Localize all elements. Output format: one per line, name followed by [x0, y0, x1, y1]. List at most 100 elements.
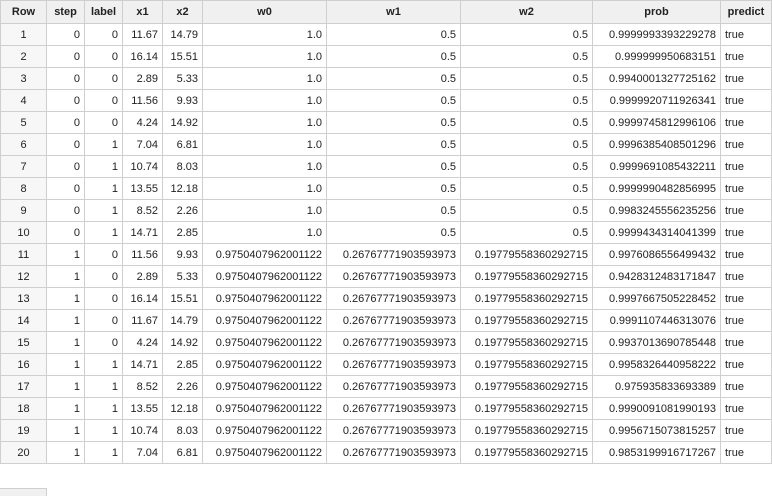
- column-header-row[interactable]: Row: [0, 0, 47, 24]
- cell-label: 0: [84, 23, 123, 46]
- column-header-x2[interactable]: x2: [162, 0, 203, 24]
- cell-prob: 0.9999990482856995: [592, 177, 721, 200]
- cell-predict: true: [720, 177, 772, 200]
- cell-w1: 0.26767771903593973: [326, 243, 461, 266]
- cell-label: 1: [84, 397, 123, 420]
- cell-row: 20: [0, 441, 47, 464]
- table-row[interactable]: 17 1 1 8.52 2.26 0.9750407962001122 0.26767771…: [0, 375, 772, 398]
- cell-row: 18: [0, 397, 47, 420]
- cell-label: 0: [84, 287, 123, 310]
- cell-label: 0: [84, 243, 123, 266]
- table-row[interactable]: 7 0 1 10.74 8.03 1.0 0.5 0.5 0.9999691085432211 t…: [0, 155, 772, 178]
- cell-x2: 12.18: [162, 397, 203, 420]
- cell-w1: 0.26767771903593973: [326, 441, 461, 464]
- cell-w0: 1.0: [202, 155, 327, 178]
- cell-w1: 0.5: [326, 45, 461, 68]
- cell-w0: 0.9750407962001122: [202, 265, 327, 288]
- cell-x1: 10.74: [122, 419, 163, 442]
- cell-row: 7: [0, 155, 47, 178]
- table-row[interactable]: 11 1 0 11.56 9.93 0.9750407962001122 0.2676777…: [0, 243, 772, 266]
- cell-label: 1: [84, 353, 123, 376]
- cell-w2: 0.19779558360292715: [460, 309, 593, 332]
- cell-w1: 0.5: [326, 155, 461, 178]
- cell-x1: 14.71: [122, 221, 163, 244]
- cell-w2: 0.19779558360292715: [460, 419, 593, 442]
- column-header-prob[interactable]: prob: [592, 0, 721, 24]
- cell-x1: 7.04: [122, 133, 163, 156]
- cell-w0: 1.0: [202, 45, 327, 68]
- cell-row: 3: [0, 67, 47, 90]
- column-header-predict[interactable]: predict: [720, 0, 772, 24]
- cell-step: 1: [46, 287, 85, 310]
- cell-step: 1: [46, 397, 85, 420]
- cell-predict: true: [720, 111, 772, 134]
- cell-w1: 0.26767771903593973: [326, 331, 461, 354]
- column-header-step[interactable]: step: [46, 0, 85, 24]
- cell-predict: true: [720, 67, 772, 90]
- cell-prob: 0.9983245556235256: [592, 199, 721, 222]
- cell-predict: true: [720, 45, 772, 68]
- cell-label: 0: [84, 331, 123, 354]
- cell-w2: 0.19779558360292715: [460, 375, 593, 398]
- cell-step: 1: [46, 243, 85, 266]
- cell-w0: 1.0: [202, 199, 327, 222]
- header-row: Row step label x1 x2 w0 w1 w2 prob predict: [0, 0, 772, 24]
- cell-w2: 0.5: [460, 67, 593, 90]
- table-row[interactable]: 12 1 0 2.89 5.33 0.9750407962001122 0.26767771…: [0, 265, 772, 288]
- cell-x2: 6.81: [162, 441, 203, 464]
- column-header-label[interactable]: label: [84, 0, 123, 24]
- table-row[interactable]: 4 0 0 11.56 9.93 1.0 0.5 0.5 0.9999920711926341 t…: [0, 89, 772, 112]
- table-row[interactable]: 1 0 0 11.67 14.79 1.0 0.5 0.5 0.9999993393229278…: [0, 23, 772, 46]
- table-row[interactable]: 5 0 0 4.24 14.92 1.0 0.5 0.5 0.9999745812996106 t…: [0, 111, 772, 134]
- table-row[interactable]: 18 1 1 13.55 12.18 0.9750407962001122 0.267677…: [0, 397, 772, 420]
- cell-x2: 9.93: [162, 89, 203, 112]
- cell-step: 1: [46, 331, 85, 354]
- cell-step: 0: [46, 89, 85, 112]
- cell-step: 0: [46, 177, 85, 200]
- table-row[interactable]: 15 1 0 4.24 14.92 0.9750407962001122 0.2676777…: [0, 331, 772, 354]
- cell-x1: 7.04: [122, 441, 163, 464]
- cell-prob: 0.9937013690785448: [592, 331, 721, 354]
- cell-w2: 0.19779558360292715: [460, 243, 593, 266]
- cell-row: 11: [0, 243, 47, 266]
- cell-x2: 5.33: [162, 67, 203, 90]
- cell-w2: 0.5: [460, 133, 593, 156]
- table-row[interactable]: 10 0 1 14.71 2.85 1.0 0.5 0.5 0.9999434314041399…: [0, 221, 772, 244]
- cell-x2: 2.26: [162, 375, 203, 398]
- cell-step: 0: [46, 23, 85, 46]
- cell-w1: 0.5: [326, 67, 461, 90]
- cell-step: 0: [46, 111, 85, 134]
- table-row[interactable]: 13 1 0 16.14 15.51 0.9750407962001122 0.267677…: [0, 287, 772, 310]
- table-row[interactable]: 9 0 1 8.52 2.26 1.0 0.5 0.5 0.9983245556235256 tr…: [0, 199, 772, 222]
- cell-x1: 14.71: [122, 353, 163, 376]
- column-header-w0[interactable]: w0: [202, 0, 327, 24]
- cell-x1: 13.55: [122, 397, 163, 420]
- cell-w1: 0.5: [326, 23, 461, 46]
- cell-x2: 9.93: [162, 243, 203, 266]
- table-row[interactable]: 2 0 0 16.14 15.51 1.0 0.5 0.5 0.999999950683151 t…: [0, 45, 772, 68]
- table-row[interactable]: 3 0 0 2.89 5.33 1.0 0.5 0.5 0.9940001327725162 tr…: [0, 67, 772, 90]
- cell-row: 12: [0, 265, 47, 288]
- cell-w1: 0.5: [326, 177, 461, 200]
- column-header-w1[interactable]: w1: [326, 0, 461, 24]
- cell-w2: 0.19779558360292715: [460, 441, 593, 464]
- cell-w1: 0.5: [326, 89, 461, 112]
- cell-label: 1: [84, 177, 123, 200]
- cell-w1: 0.26767771903593973: [326, 375, 461, 398]
- cell-w1: 0.5: [326, 221, 461, 244]
- cell-w2: 0.5: [460, 155, 593, 178]
- cell-row: 1: [0, 23, 47, 46]
- cell-w2: 0.5: [460, 111, 593, 134]
- table-row[interactable]: 14 1 0 11.67 14.79 0.9750407962001122 0.267677…: [0, 309, 772, 332]
- table-row[interactable]: 19 1 1 10.74 8.03 0.9750407962001122 0.2676777…: [0, 419, 772, 442]
- column-header-w2[interactable]: w2: [460, 0, 593, 24]
- cell-predict: true: [720, 287, 772, 310]
- cell-step: 0: [46, 45, 85, 68]
- table-row[interactable]: 16 1 1 14.71 2.85 0.9750407962001122 0.2676777…: [0, 353, 772, 376]
- table-row[interactable]: 6 0 1 7.04 6.81 1.0 0.5 0.5 0.9996385408501296 tr…: [0, 133, 772, 156]
- footer-tab: [0, 488, 47, 496]
- column-header-x1[interactable]: x1: [122, 0, 163, 24]
- table-row[interactable]: 20 1 1 7.04 6.81 0.9750407962001122 0.26767771…: [0, 441, 772, 464]
- cell-prob: 0.9999993393229278: [592, 23, 721, 46]
- table-row[interactable]: 8 0 1 13.55 12.18 1.0 0.5 0.5 0.9999990482856995…: [0, 177, 772, 200]
